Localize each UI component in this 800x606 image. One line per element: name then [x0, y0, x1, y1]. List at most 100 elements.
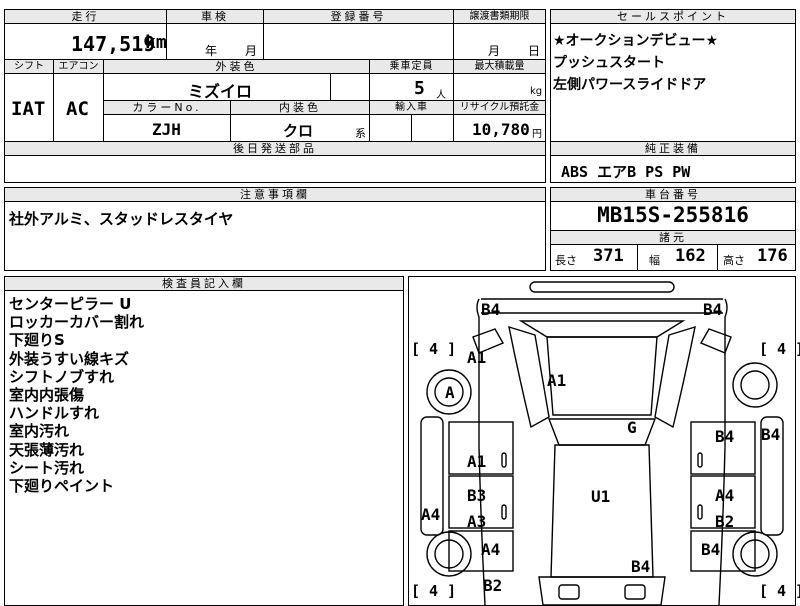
- tire-depth-front-right: [ 4 ]: [759, 340, 800, 358]
- inspector-line: ロッカーカバー割れ: [9, 313, 145, 332]
- inspector-line: シフトノブすれ: [9, 367, 115, 386]
- inspector-lines: センターピラー U ロッカーカバー割れ 下廻りS 外装うすい線キズ シフトノブす…: [9, 295, 144, 495]
- recycle-unit: 円: [532, 129, 542, 140]
- damage-mark: U1: [591, 487, 611, 506]
- aircon-cell: AC: [53, 73, 104, 142]
- interior-color-value: クロ: [283, 122, 314, 140]
- aircon-header: エアコン: [53, 59, 104, 74]
- damage-mark: B3: [467, 486, 487, 505]
- genuine-equipment-cell: ABS エアB PS PW: [550, 155, 796, 183]
- damage-mark: B2: [483, 576, 503, 595]
- recycle-cell: 10,780 円: [453, 114, 546, 142]
- shaken-month-unit: 月: [245, 44, 258, 58]
- inspector-line: 外装うすい線キズ: [9, 349, 130, 368]
- damage-mark: B4: [481, 300, 501, 319]
- chassis-value: MB15S-255816: [597, 203, 749, 227]
- later-parts-header: 後日発送部品: [4, 141, 546, 156]
- max-load-unit: kg: [530, 86, 543, 97]
- specs-header: 諸元: [550, 230, 796, 245]
- color-no-header: カラーNo.: [103, 100, 231, 115]
- exterior-color-value: ミズイロ: [188, 82, 253, 101]
- damage-mark: G: [627, 418, 637, 437]
- max-load-header: 最大積載量: [453, 59, 546, 74]
- chassis-panel: 車台番号 MB15S-255816 諸元 長さ 371 幅 162 高さ 176: [550, 187, 796, 271]
- spec-height-label: 高さ: [723, 254, 745, 267]
- damage-mark: B4: [701, 540, 721, 559]
- transfer-month-unit: 月: [488, 44, 501, 58]
- later-parts-cell: [4, 155, 546, 183]
- damage-mark: B2: [715, 512, 735, 531]
- transfer-deadline-header: 譲渡書類期限: [453, 9, 546, 24]
- spec-divider-2: [717, 244, 718, 270]
- chassis-header: 車台番号: [550, 187, 796, 202]
- inspector-header: 検査員記入欄: [4, 276, 404, 291]
- spec-length-label: 長さ: [555, 254, 577, 267]
- damage-mark: A1: [547, 371, 567, 390]
- notes-panel: 注意事項欄 社外アルミ、スタッドレスタイヤ: [4, 187, 546, 271]
- exterior-color-extra: [330, 73, 370, 101]
- inspector-line: 下廻りS: [9, 331, 65, 350]
- color-no-value: ZJH: [152, 120, 181, 139]
- damage-mark: B4: [631, 557, 651, 576]
- spec-width-value: 162: [675, 246, 706, 266]
- damage-mark: A3: [467, 512, 487, 531]
- damage-mark: A1: [467, 348, 487, 367]
- shift-header: シフト: [4, 59, 54, 74]
- damage-mark: B4: [703, 300, 723, 319]
- inspector-line: シート汚れ: [9, 458, 85, 477]
- tire-depth-front-left: [ 4 ]: [411, 340, 457, 358]
- exterior-color-cell: ミズイロ: [103, 73, 331, 101]
- damage-mark: B4: [761, 425, 781, 444]
- inspector-line: 天張薄汚れ: [9, 440, 85, 459]
- damage-diagram-panel: [ 4 ] [ 4 ] [ 4 ] [ 4 ] B4 B4 A1 A A1 G …: [408, 276, 800, 606]
- import-cell: [369, 114, 412, 142]
- notes-value: 社外アルミ、スタッドレスタイヤ: [9, 210, 234, 228]
- mileage-value: 147,519: [71, 32, 156, 56]
- import-header: 輸入車: [369, 100, 454, 115]
- inspector-line: センターピラー U: [9, 295, 132, 313]
- spec-width-label: 幅: [649, 254, 660, 267]
- damage-mark: B4: [715, 427, 735, 446]
- spec-divider-1: [637, 244, 638, 270]
- damage-mark: A4: [421, 505, 441, 524]
- inspector-line: 室内内張傷: [9, 386, 85, 405]
- shaken-header: 車検: [166, 9, 264, 24]
- inspector-panel: 検査員記入欄 センターピラー U ロッカーカバー割れ 下廻りS 外装うすい線キズ…: [4, 276, 404, 606]
- inspector-line: 下廻りペイント: [9, 477, 115, 496]
- inspector-line: ハンドルすれ: [9, 404, 100, 423]
- capacity-header: 乗車定員: [369, 59, 454, 74]
- registration-cell: [263, 23, 454, 60]
- damage-mark: A4: [481, 540, 501, 559]
- transfer-deadline-cell: 月 日: [453, 23, 546, 60]
- interior-color-suffix: 系: [355, 127, 366, 140]
- aircon-value: AC: [66, 98, 89, 120]
- tire-depth-rear-left: [ 4 ]: [411, 582, 457, 600]
- registration-header: 登録番号: [263, 9, 454, 24]
- capacity-value: 5: [414, 78, 425, 99]
- shaken-year-unit: 年: [205, 44, 218, 58]
- spec-length-value: 371: [593, 246, 624, 266]
- genuine-equipment-value: ABS エアB PS PW: [561, 163, 691, 181]
- damage-mark: A: [445, 383, 455, 402]
- color-no-cell: ZJH: [103, 114, 231, 142]
- sales-points-panel: セールスポイント ★オークションデビュー★ プッシュスタート 左側パワースライド…: [550, 9, 796, 142]
- recycle-header: リサイクル預託金: [453, 100, 546, 115]
- tire-depth-rear-right: [ 4 ]: [759, 582, 800, 600]
- transfer-day-unit: 日: [528, 44, 541, 58]
- max-load-cell: kg: [453, 73, 546, 101]
- interior-color-cell: クロ 系: [230, 114, 370, 142]
- mileage-unit: km: [145, 32, 167, 53]
- shift-value: IAT: [11, 98, 46, 120]
- shaken-cell: 年 月: [166, 23, 264, 60]
- inspector-line: 室内汚れ: [9, 422, 70, 441]
- import-cell-2: [411, 114, 454, 142]
- capacity-cell: 5 人: [369, 73, 454, 101]
- sales-point-2: プッシュスタート: [553, 55, 665, 71]
- sales-point-1: ★オークションデビュー★: [553, 33, 719, 49]
- shift-cell: IAT: [4, 73, 54, 142]
- sales-point-3: 左側パワースライドドア: [553, 77, 707, 93]
- damage-mark: A1: [467, 452, 487, 471]
- damage-mark: A4: [715, 486, 735, 505]
- notes-header: 注意事項欄: [4, 187, 546, 202]
- genuine-equipment-header: 純正装備: [550, 141, 796, 156]
